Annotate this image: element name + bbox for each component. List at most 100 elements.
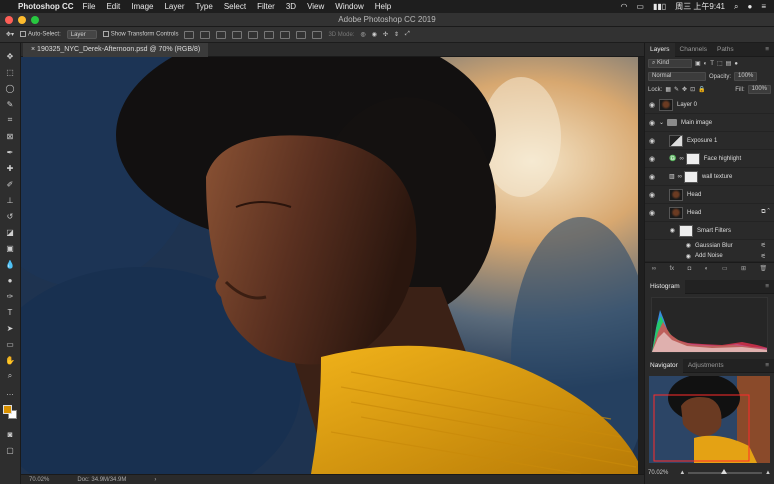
eraser-tool-icon[interactable]: ◪ xyxy=(3,225,17,239)
move-tool-icon[interactable]: ✥ xyxy=(3,49,17,63)
eye-icon[interactable]: ◉ xyxy=(645,209,659,217)
3d-scale-icon[interactable]: ⤢ xyxy=(405,31,410,38)
3d-pan-icon[interactable]: ✣ xyxy=(383,31,388,38)
dodge-tool-icon[interactable]: ● xyxy=(3,273,17,287)
chevron-right-icon[interactable]: › xyxy=(154,477,156,483)
type-tool-icon[interactable]: T xyxy=(3,305,17,319)
eye-icon[interactable]: ◉ xyxy=(645,173,659,181)
lasso-tool-icon[interactable]: ◯ xyxy=(3,81,17,95)
align-left-icon[interactable] xyxy=(184,30,195,39)
lock-move-icon[interactable]: ✥ xyxy=(682,86,687,93)
align-bottom-icon[interactable] xyxy=(264,30,275,39)
filter-row[interactable]: ◉ Gaussian Blur ⚟ xyxy=(645,240,774,251)
zoom-in-icon[interactable]: ▲ xyxy=(765,470,771,476)
tab-layers[interactable]: Layers xyxy=(645,42,675,57)
frame-tool-icon[interactable]: ⊠ xyxy=(3,129,17,143)
layer-row[interactable]: ◉ ♎ ∞ Face highlight xyxy=(645,150,774,168)
blur-tool-icon[interactable]: 💧 xyxy=(3,257,17,271)
lock-all-icon[interactable]: 🔒 xyxy=(698,86,705,93)
foreground-color-swatch[interactable] xyxy=(3,405,12,414)
align-middle-icon[interactable] xyxy=(248,30,259,39)
lock-transparency-icon[interactable]: ▦ xyxy=(665,86,671,93)
distribute-icon[interactable] xyxy=(296,30,307,39)
quick-select-tool-icon[interactable]: ✎ xyxy=(3,97,17,111)
quick-mask-icon[interactable]: ◙ xyxy=(3,427,17,441)
zoom-button[interactable] xyxy=(31,16,39,24)
fx-icon[interactable]: fx xyxy=(670,266,675,272)
filter-adjustment-icon[interactable]: ◐ xyxy=(704,61,708,67)
panel-menu-icon[interactable]: ≡ xyxy=(760,43,774,57)
chevron-down-icon[interactable]: ⌄ xyxy=(659,119,664,126)
lock-artboard-icon[interactable]: ⊡ xyxy=(690,86,695,93)
pen-tool-icon[interactable]: ✑ xyxy=(3,289,17,303)
siri-icon[interactable]: ● xyxy=(747,2,752,11)
eye-icon[interactable]: ◉ xyxy=(645,227,679,234)
align-right-icon[interactable] xyxy=(216,30,227,39)
menu-image[interactable]: Image xyxy=(131,2,153,11)
eye-icon[interactable]: ◉ xyxy=(645,101,659,109)
menu-help[interactable]: Help xyxy=(375,2,391,11)
eye-icon[interactable]: ◉ xyxy=(645,119,659,127)
filter-shape-icon[interactable]: ⬚ xyxy=(717,60,723,67)
navigator-thumbnail[interactable] xyxy=(649,376,770,463)
menu-icon[interactable]: ≡ xyxy=(761,2,766,11)
clock[interactable]: 周三 上午9:41 xyxy=(675,1,725,12)
3d-orbit-icon[interactable]: ◎ xyxy=(360,31,365,38)
menu-select[interactable]: Select xyxy=(224,2,246,11)
lock-paint-icon[interactable]: ✎ xyxy=(674,86,679,93)
align-top-icon[interactable] xyxy=(232,30,243,39)
layer-row[interactable]: ◉ Head ⧉ ⌃ xyxy=(645,204,774,222)
eyedropper-tool-icon[interactable]: ✒ xyxy=(3,145,17,159)
layer-row[interactable]: ◉ Layer 0 xyxy=(645,96,774,114)
menu-layer[interactable]: Layer xyxy=(164,2,184,11)
smart-filters-row[interactable]: ◉ Smart Filters xyxy=(645,222,774,240)
eye-icon[interactable]: ◉ xyxy=(645,253,695,260)
align-center-icon[interactable] xyxy=(200,30,211,39)
brush-tool-icon[interactable]: ✐ xyxy=(3,177,17,191)
history-brush-tool-icon[interactable]: ↺ xyxy=(3,209,17,223)
tab-navigator[interactable]: Navigator xyxy=(645,358,683,373)
new-layer-icon[interactable]: ⊞ xyxy=(741,265,746,272)
filter-pixel-icon[interactable]: ▣ xyxy=(695,60,701,67)
filter-options-icon[interactable]: ⚟ xyxy=(761,242,766,249)
menu-filter[interactable]: Filter xyxy=(257,2,275,11)
healing-brush-tool-icon[interactable]: ✚ xyxy=(3,161,17,175)
clone-stamp-tool-icon[interactable]: ⊥ xyxy=(3,193,17,207)
menu-edit[interactable]: Edit xyxy=(106,2,120,11)
auto-select-checkbox[interactable]: Auto-Select: xyxy=(20,31,61,38)
battery-icon[interactable]: ▮▮▯ xyxy=(653,2,666,11)
layer-row[interactable]: ◉ Exposure 1 xyxy=(645,132,774,150)
trash-icon[interactable]: 🗑 xyxy=(760,265,768,272)
image-canvas[interactable] xyxy=(21,57,644,474)
3d-slide-icon[interactable]: ⇕ xyxy=(394,31,399,38)
airplay-icon[interactable]: ▭ xyxy=(636,2,644,11)
new-group-icon[interactable]: ▭ xyxy=(722,265,728,272)
3d-roll-icon[interactable]: ◉ xyxy=(372,31,377,38)
eye-icon[interactable]: ◉ xyxy=(645,155,659,163)
path-selection-tool-icon[interactable]: ➤ xyxy=(3,321,17,335)
auto-select-target-dropdown[interactable]: Layer xyxy=(66,30,97,39)
minimize-button[interactable] xyxy=(18,16,26,24)
zoom-out-icon[interactable]: ▲ xyxy=(679,470,685,476)
more-tools-icon[interactable]: … xyxy=(3,385,17,399)
menu-window[interactable]: Window xyxy=(335,2,363,11)
filter-toggle-icon[interactable]: ● xyxy=(734,61,738,67)
move-tool-icon[interactable]: ✥▾ xyxy=(6,31,14,38)
zoom-slider-handle[interactable] xyxy=(721,468,728,474)
zoom-tool-icon[interactable]: ⌕ xyxy=(3,369,17,383)
filter-options-icon[interactable]: ⚟ xyxy=(761,253,766,260)
gradient-tool-icon[interactable]: ▣ xyxy=(3,241,17,255)
menu-3d[interactable]: 3D xyxy=(286,2,296,11)
blend-mode-dropdown[interactable]: Normal xyxy=(648,72,706,81)
tab-histogram[interactable]: Histogram xyxy=(645,279,685,294)
tab-adjustments[interactable]: Adjustments xyxy=(683,359,729,373)
add-mask-icon[interactable]: ◘ xyxy=(688,266,692,272)
rectangle-tool-icon[interactable]: ▭ xyxy=(3,337,17,351)
app-menu[interactable]: Photoshop CC xyxy=(18,2,74,11)
menu-file[interactable]: File xyxy=(83,2,96,11)
fill-input[interactable]: 100% xyxy=(747,85,771,94)
search-icon[interactable]: ⌕ xyxy=(734,2,738,12)
opacity-input[interactable]: 100% xyxy=(734,72,758,81)
hand-tool-icon[interactable]: ✋ xyxy=(3,353,17,367)
zoom-level[interactable]: 70.02% xyxy=(29,477,49,483)
